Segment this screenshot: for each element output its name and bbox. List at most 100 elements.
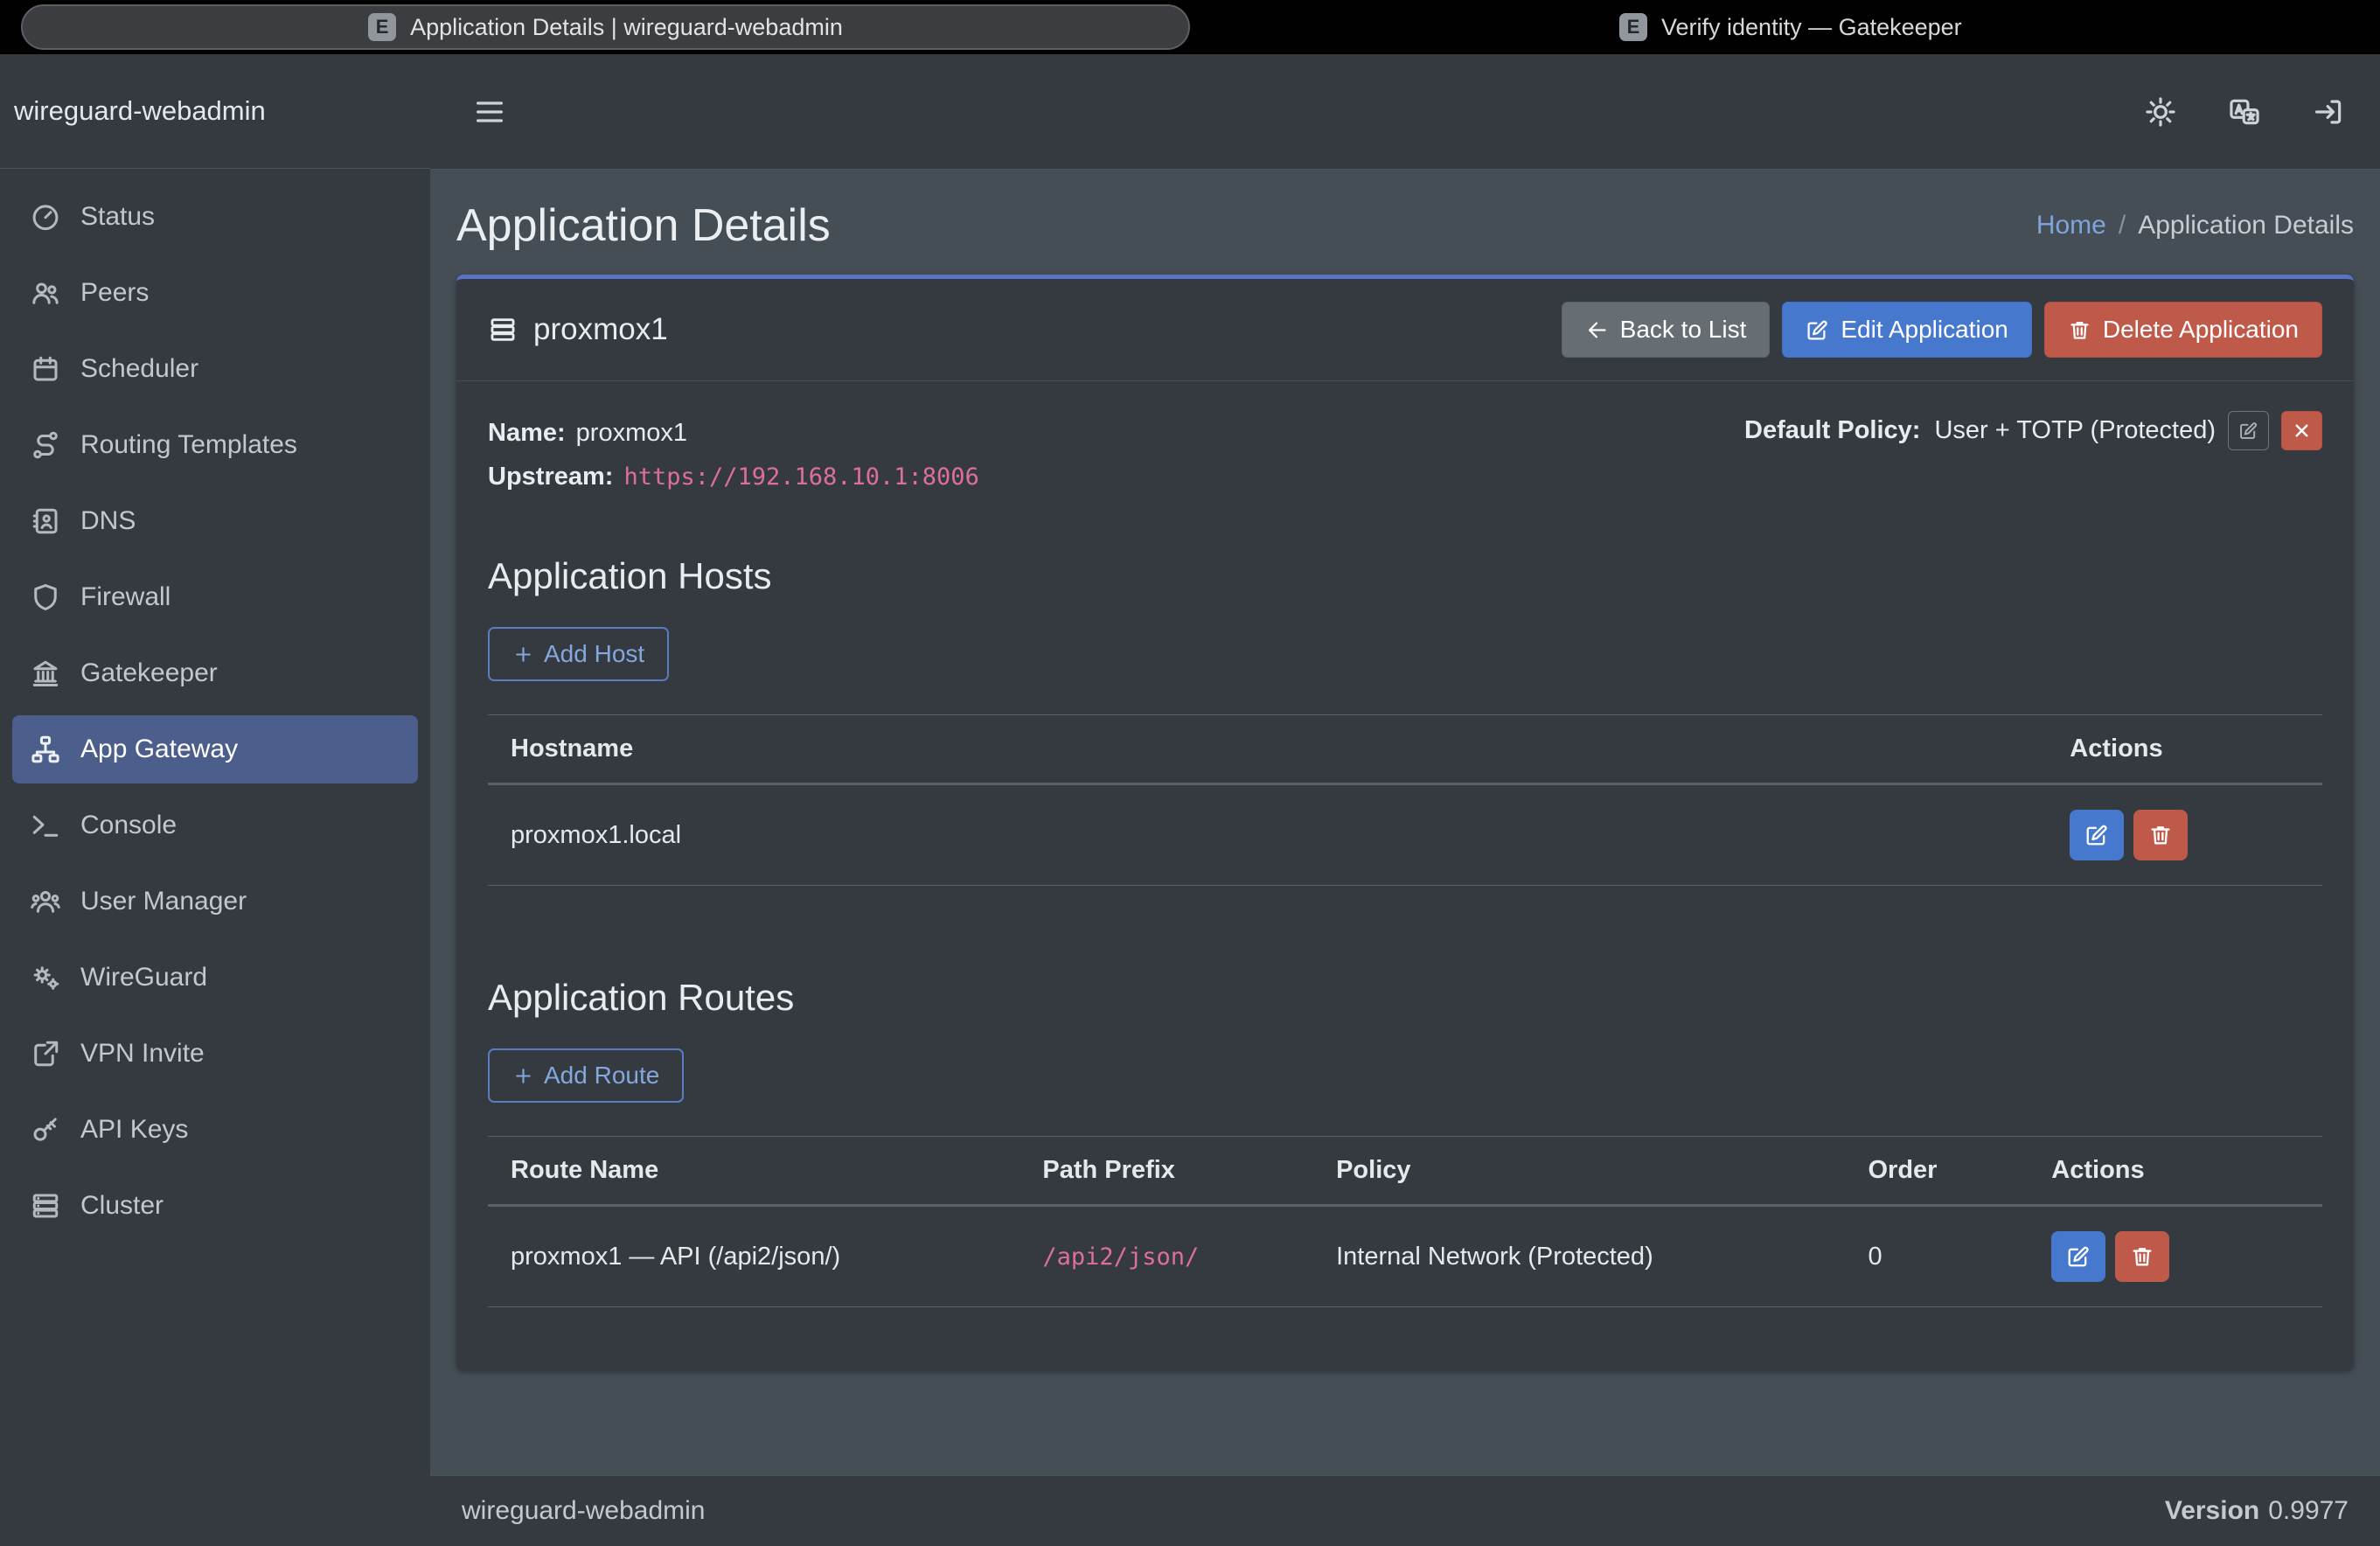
footer: wireguard-webadmin Version0.9977 xyxy=(430,1475,2380,1546)
sidebar-item-vpn-invite[interactable]: VPN Invite xyxy=(12,1020,418,1088)
sidebar-toggle-button[interactable] xyxy=(472,94,507,129)
brand-link[interactable]: wireguard-webadmin xyxy=(0,54,430,169)
sidebar-item-label: Status xyxy=(80,202,155,232)
add-host-button[interactable]: Add Host xyxy=(488,627,669,681)
sidebar-item-label: Gatekeeper xyxy=(80,658,218,688)
route-policy-cell: Internal Network (Protected) xyxy=(1313,1206,1845,1307)
footer-version: Version0.9977 xyxy=(2165,1496,2349,1526)
sidebar-item-label: App Gateway xyxy=(80,735,238,764)
arrow-left-icon xyxy=(1585,318,1609,342)
sidebar-item-app-gateway[interactable]: App Gateway xyxy=(12,715,418,783)
hosts-section-heading: Application Hosts xyxy=(488,555,2322,597)
card-header-actions: Back to List Edit Application Delete App… xyxy=(1562,302,2322,358)
sidebar-item-firewall[interactable]: Firewall xyxy=(12,563,418,631)
name-value: proxmox1 xyxy=(576,419,687,447)
hamburger-icon xyxy=(472,94,507,129)
sitemap-icon xyxy=(30,734,61,765)
plus-icon xyxy=(512,1065,534,1087)
gauge-icon xyxy=(30,201,61,233)
hostname-cell: proxmox1.local xyxy=(488,784,2047,886)
routes-table-row: proxmox1 — API (/api2/json/) /api2/json/… xyxy=(488,1206,2322,1307)
tab-title: Application Details | wireguard-webadmin xyxy=(410,14,843,41)
edit-icon xyxy=(1806,318,1829,342)
shield-icon xyxy=(30,581,61,613)
sidebar-item-wireguard[interactable]: WireGuard xyxy=(12,944,418,1012)
user-group-icon xyxy=(30,886,61,917)
topbar xyxy=(430,54,2380,170)
column-header-policy: Policy xyxy=(1313,1137,1845,1206)
edit-application-button[interactable]: Edit Application xyxy=(1782,302,2031,358)
main-content: Application Details Home / Application D… xyxy=(430,54,2380,1546)
sidebar-item-cluster[interactable]: Cluster xyxy=(12,1172,418,1240)
sidebar-item-label: WireGuard xyxy=(80,963,207,992)
trash-icon xyxy=(2068,318,2091,342)
policy-value: User + TOTP (Protected) xyxy=(1934,416,2216,445)
edit-icon xyxy=(2066,1244,2091,1269)
sidebar-item-routing-templates[interactable]: Routing Templates xyxy=(12,411,418,479)
language-button[interactable] xyxy=(2228,95,2261,129)
column-header-order: Order xyxy=(1845,1137,2029,1206)
app-window: wireguard-webadmin Status Peers Schedule… xyxy=(0,54,2380,1546)
clear-policy-button[interactable] xyxy=(2281,411,2322,450)
breadcrumb-home-link[interactable]: Home xyxy=(2036,211,2106,240)
routes-table: Route Name Path Prefix Policy Order Acti… xyxy=(488,1136,2322,1307)
path-prefix-cell: /api2/json/ xyxy=(1042,1243,1199,1271)
upstream-label: Upstream: xyxy=(488,463,613,491)
upstream-link[interactable]: https://192.168.10.1:8006 xyxy=(623,463,978,491)
edit-route-button[interactable] xyxy=(2051,1231,2105,1282)
add-route-button[interactable]: Add Route xyxy=(488,1048,684,1103)
address-book-icon xyxy=(30,505,61,537)
upstream-row: Upstream: https://192.168.10.1:8006 xyxy=(488,455,979,499)
sidebar-item-label: DNS xyxy=(80,506,136,536)
sidebar-nav: Status Peers Scheduler Routing Templates… xyxy=(0,169,430,1262)
edit-policy-button[interactable] xyxy=(2228,411,2269,450)
delete-application-button[interactable]: Delete Application xyxy=(2044,302,2322,358)
hosts-table: Hostname Actions proxmox1.local xyxy=(488,714,2322,886)
column-header-actions: Actions xyxy=(2029,1137,2322,1206)
default-policy-row: Default Policy: User + TOTP (Protected) xyxy=(1744,411,2322,450)
sign-out-icon xyxy=(2312,95,2345,129)
cogs-icon xyxy=(30,962,61,993)
column-header-route-name: Route Name xyxy=(488,1137,1020,1206)
sidebar-item-api-keys[interactable]: API Keys xyxy=(12,1096,418,1164)
edit-icon xyxy=(2238,421,2258,441)
browser-tab-inactive[interactable]: E Verify identity — Gatekeeper xyxy=(1619,0,1962,54)
sidebar-item-label: API Keys xyxy=(80,1115,188,1145)
terminal-icon xyxy=(30,810,61,841)
sidebar-item-dns[interactable]: DNS xyxy=(12,487,418,555)
route-order-cell: 0 xyxy=(1845,1206,2029,1307)
sidebar-item-peers[interactable]: Peers xyxy=(12,259,418,327)
delete-host-button[interactable] xyxy=(2133,810,2188,860)
delete-route-button[interactable] xyxy=(2115,1231,2169,1282)
hosts-table-header: Hostname Actions xyxy=(488,715,2322,784)
edit-host-button[interactable] xyxy=(2070,810,2124,860)
logout-button[interactable] xyxy=(2312,95,2345,129)
sidebar-item-status[interactable]: Status xyxy=(12,183,418,251)
route-icon xyxy=(30,429,61,461)
application-name: proxmox1 xyxy=(533,312,668,347)
sidebar-item-gatekeeper[interactable]: Gatekeeper xyxy=(12,639,418,707)
server-icon xyxy=(30,1190,61,1222)
routes-section-heading: Application Routes xyxy=(488,977,2322,1019)
column-header-hostname: Hostname xyxy=(488,715,2047,784)
server-icon xyxy=(488,315,518,345)
sun-icon xyxy=(2144,95,2177,129)
sidebar-item-scheduler[interactable]: Scheduler xyxy=(12,335,418,403)
sidebar-item-label: Routing Templates xyxy=(80,430,297,460)
sidebar-item-label: VPN Invite xyxy=(80,1039,205,1069)
sidebar-item-label: Console xyxy=(80,811,177,840)
sidebar-item-user-manager[interactable]: User Manager xyxy=(12,867,418,936)
sidebar-item-label: Cluster xyxy=(80,1191,164,1221)
calendar-icon xyxy=(30,353,61,385)
browser-tab-bar: E Application Details | wireguard-webadm… xyxy=(0,0,2380,54)
breadcrumb-current: Application Details xyxy=(2138,211,2354,240)
breadcrumb-separator: / xyxy=(2119,211,2126,240)
sidebar-item-label: Firewall xyxy=(80,582,170,612)
sidebar-item-console[interactable]: Console xyxy=(12,791,418,860)
back-to-list-button[interactable]: Back to List xyxy=(1562,302,1771,358)
breadcrumb: Home / Application Details xyxy=(2036,211,2354,240)
tab-title: Verify identity — Gatekeeper xyxy=(1661,14,1962,41)
card-body: Name:proxmox1 Upstream:https://192.168.1… xyxy=(456,381,2354,1370)
theme-toggle-button[interactable] xyxy=(2144,95,2177,129)
browser-tab-active[interactable]: E Application Details | wireguard-webadm… xyxy=(21,4,1190,50)
